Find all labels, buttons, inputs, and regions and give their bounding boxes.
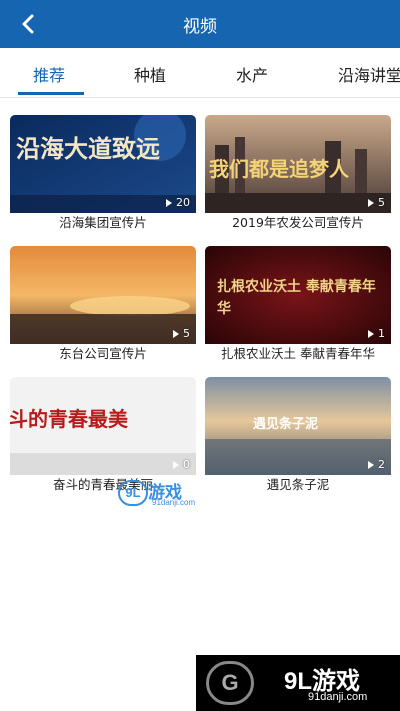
video-count: 5 — [368, 196, 385, 209]
video-card[interactable]: 扎根农业沃土 奉献青春年华 1 扎根农业沃土 奉献青春年华 — [205, 246, 391, 364]
video-thumbnail: 斗的青春最美 0 — [10, 377, 196, 475]
video-thumbnail: 扎根农业沃土 奉献青春年华 1 — [205, 246, 391, 344]
watermark-url: 91danji.com — [152, 498, 196, 507]
play-icon — [173, 329, 179, 338]
thumbnail-title: 扎根农业沃土 奉献青春年华 — [217, 279, 376, 317]
play-icon — [368, 460, 374, 469]
tab-recommend[interactable]: 推荐 — [33, 62, 65, 86]
video-card[interactable]: 我们都是追梦人 5 2019年农发公司宣传片 — [205, 115, 391, 233]
video-caption: 扎根农业沃土 奉献青春年华 — [221, 346, 375, 361]
video-count: 2 — [368, 458, 385, 471]
play-icon — [166, 198, 172, 207]
play-icon — [368, 329, 374, 338]
video-grid: 沿海大道致远 20 沿海集团宣传片 我们都是追梦人 5 2019年农发公司宣传片… — [0, 98, 400, 518]
video-caption: 遇见条子泥 — [266, 477, 330, 492]
video-thumbnail: 遇见条子泥 2 — [205, 377, 391, 475]
thumbnail-title: 我们都是追梦人 — [209, 157, 349, 181]
app-header: 视频 — [0, 0, 400, 48]
watermark-badge: 9L — [118, 480, 148, 506]
watermark-logo-icon: G — [206, 661, 254, 705]
video-count: 1 — [368, 327, 385, 340]
watermark-url: 91danji.com — [308, 691, 368, 703]
video-count: 5 — [173, 327, 190, 340]
play-icon — [173, 460, 179, 469]
video-caption: 沿海集团宣传片 — [59, 215, 147, 230]
video-thumbnail: 5 — [10, 246, 196, 344]
video-count: 20 — [166, 196, 190, 209]
thumbnail-title: 遇见条子泥 — [253, 417, 319, 432]
video-card[interactable]: 5 东台公司宣传片 — [10, 246, 196, 364]
tab-coastal-lecture[interactable]: 沿海讲堂 — [338, 62, 400, 86]
active-tab-indicator — [18, 92, 84, 95]
video-caption: 2019年农发公司宣传片 — [232, 215, 364, 230]
category-tabs: 推荐 种植 水产 沿海讲堂 — [0, 48, 400, 98]
watermark-logo: 9L 游戏 91danji.com — [118, 478, 218, 514]
watermark-banner: G 9L游戏 91danji.com — [196, 655, 400, 711]
video-card[interactable]: 沿海大道致远 20 沿海集团宣传片 — [10, 115, 196, 233]
thumbnail-title: 斗的青春最美 — [10, 407, 128, 431]
video-card[interactable]: 遇见条子泥 2 遇见条子泥 — [205, 377, 391, 495]
play-icon — [368, 198, 374, 207]
tab-planting[interactable]: 种植 — [134, 62, 166, 86]
video-count: 0 — [173, 458, 190, 471]
video-caption: 东台公司宣传片 — [59, 346, 147, 361]
video-thumbnail: 我们都是追梦人 5 — [205, 115, 391, 213]
thumbnail-title: 沿海大道致远 — [16, 134, 160, 163]
page-title: 视频 — [183, 17, 217, 37]
video-thumbnail: 沿海大道致远 20 — [10, 115, 196, 213]
tab-aquaculture[interactable]: 水产 — [236, 62, 268, 86]
